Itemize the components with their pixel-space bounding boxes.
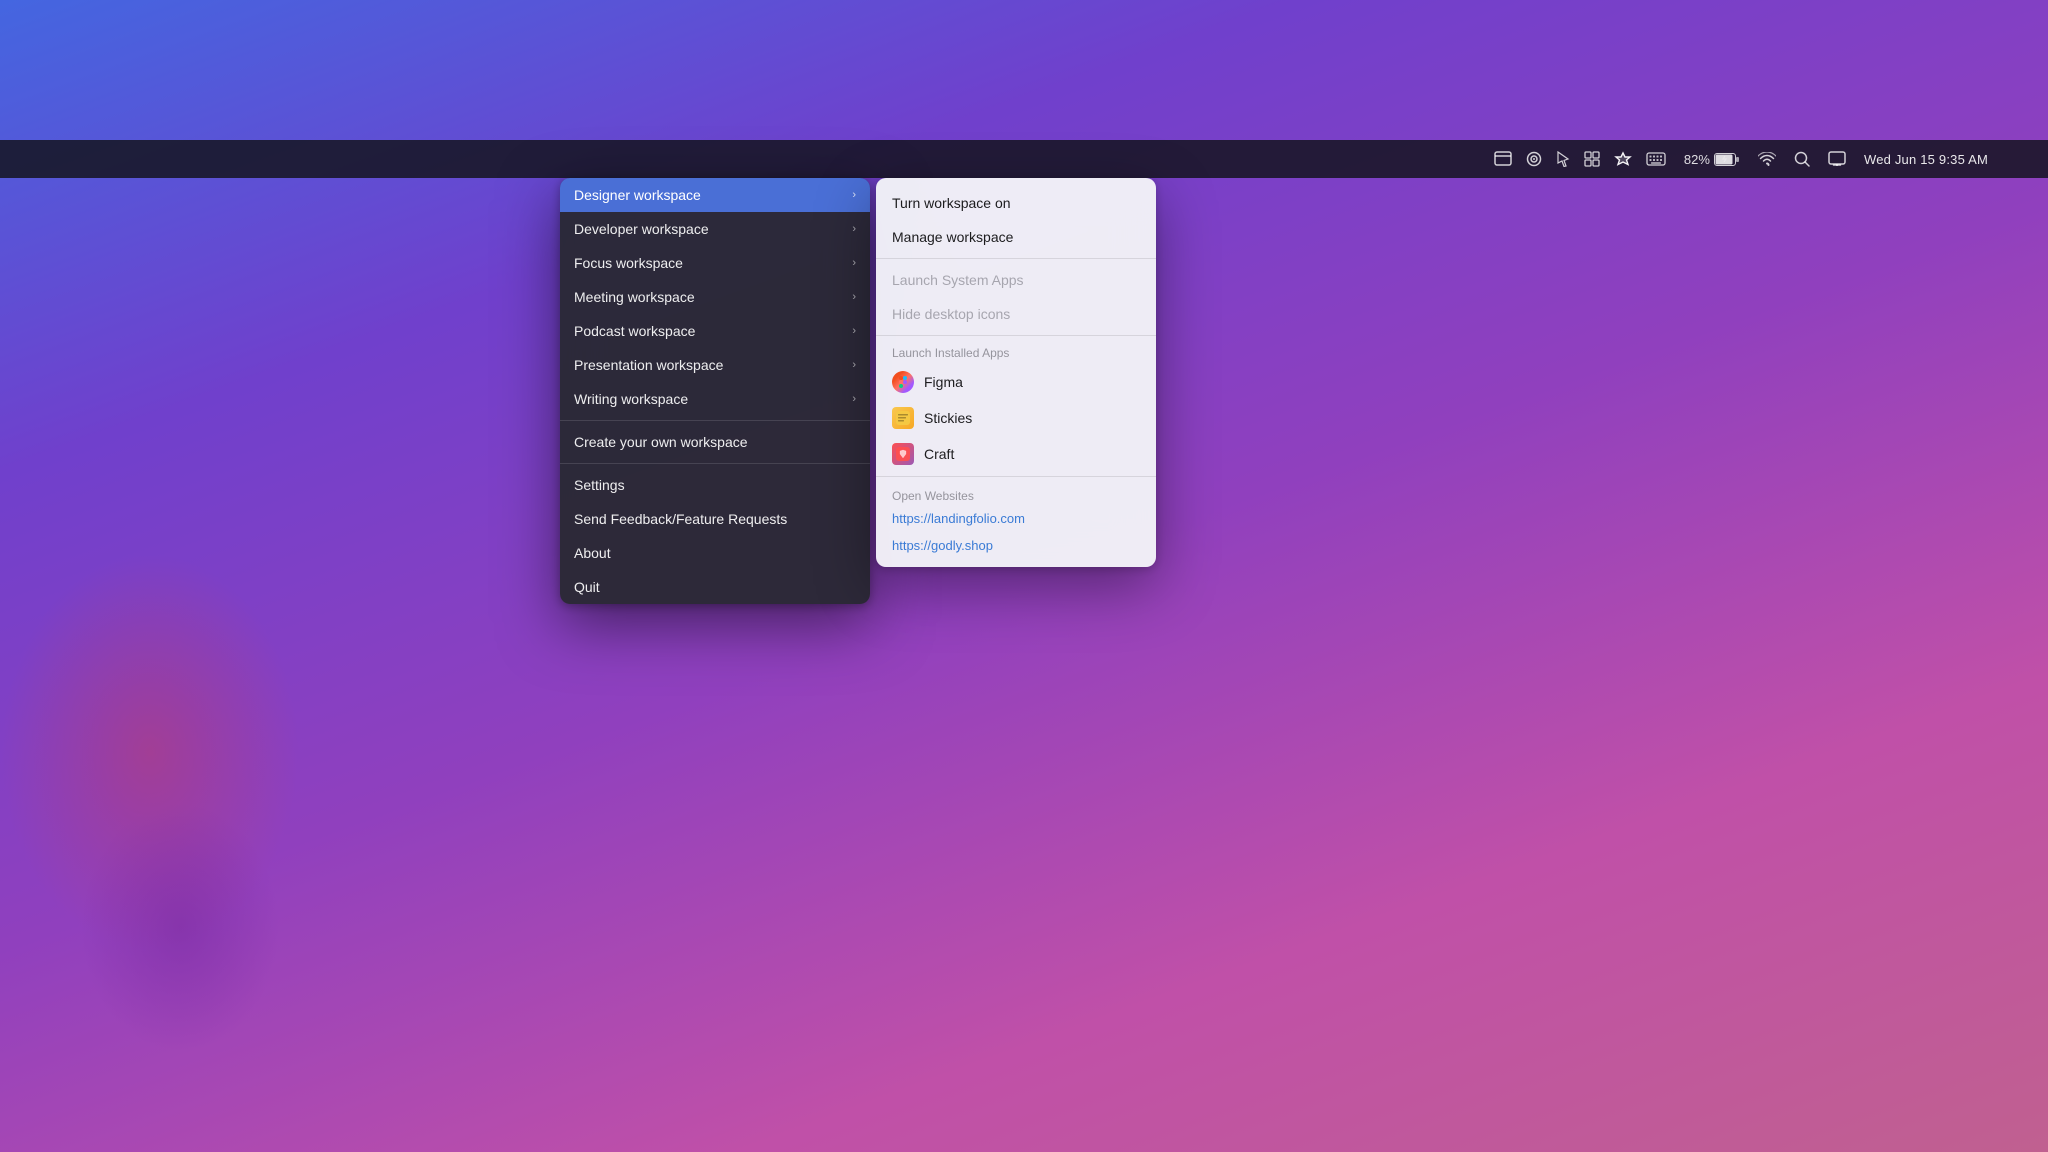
submenu-app-craft[interactable]: Craft bbox=[876, 436, 1156, 472]
menu-separator-1 bbox=[560, 420, 870, 421]
finder-icon[interactable] bbox=[1494, 151, 1512, 167]
create-workspace-label: Create your own workspace bbox=[574, 434, 748, 450]
craft-app-icon bbox=[892, 443, 914, 465]
feedback-label: Send Feedback/Feature Requests bbox=[574, 511, 787, 527]
menu-item-create-workspace[interactable]: Create your own workspace bbox=[560, 425, 870, 459]
about-label: About bbox=[574, 545, 611, 561]
menu-item-designer-workspace[interactable]: Designer workspace › bbox=[560, 178, 870, 212]
submenu-app-stickies[interactable]: Stickies bbox=[876, 400, 1156, 436]
desktop: 82% bbox=[0, 0, 2048, 1152]
writing-workspace-label: Writing workspace bbox=[574, 391, 688, 407]
dropdown-container: Designer workspace › Developer workspace… bbox=[560, 178, 1156, 604]
submenu-app-figma[interactable]: Figma bbox=[876, 364, 1156, 400]
stickies-app-icon bbox=[892, 407, 914, 429]
menu-separator-2 bbox=[560, 463, 870, 464]
menu-item-about[interactable]: About bbox=[560, 536, 870, 570]
chevron-right-icon: › bbox=[852, 223, 856, 235]
menu-item-meeting-workspace[interactable]: Meeting workspace › bbox=[560, 280, 870, 314]
focus-workspace-label: Focus workspace bbox=[574, 255, 683, 271]
submenu-designer-workspace: Turn workspace on Manage workspace Launc… bbox=[876, 178, 1156, 567]
stickies-app-label: Stickies bbox=[924, 410, 972, 426]
launch-system-apps-label: Launch System Apps bbox=[892, 272, 1024, 288]
submenu-launch-system-apps[interactable]: Launch System Apps bbox=[876, 263, 1156, 297]
submenu-separator-2 bbox=[876, 335, 1156, 336]
designer-workspace-label: Designer workspace bbox=[574, 187, 701, 203]
menu-item-presentation-workspace[interactable]: Presentation workspace › bbox=[560, 348, 870, 382]
wifi-icon[interactable] bbox=[1758, 152, 1776, 166]
submenu-website-1[interactable]: https://landingfolio.com bbox=[876, 505, 1156, 532]
battery-indicator[interactable]: 82% bbox=[1684, 152, 1740, 167]
search-icon[interactable] bbox=[1794, 151, 1810, 167]
chevron-right-icon: › bbox=[852, 325, 856, 337]
quit-label: Quit bbox=[574, 579, 600, 595]
menubar: 82% bbox=[0, 140, 2048, 178]
battery-percent-label: 82% bbox=[1684, 152, 1710, 167]
target-icon[interactable] bbox=[1526, 151, 1542, 167]
turn-on-label: Turn workspace on bbox=[892, 195, 1011, 211]
chevron-right-icon: › bbox=[852, 359, 856, 371]
chevron-right-icon: › bbox=[852, 189, 856, 201]
craft-app-label: Craft bbox=[924, 446, 954, 462]
submenu-hide-desktop-icons[interactable]: Hide desktop icons bbox=[876, 297, 1156, 331]
hide-desktop-icons-label: Hide desktop icons bbox=[892, 306, 1010, 322]
submenu-website-2[interactable]: https://godly.shop bbox=[876, 532, 1156, 559]
decorative-blob-2 bbox=[80, 802, 280, 1052]
menubar-system-icons bbox=[1494, 151, 1666, 167]
open-websites-label: Open Websites bbox=[876, 481, 1156, 505]
battery-icon bbox=[1714, 153, 1740, 166]
submenu-manage-button[interactable]: Manage workspace bbox=[876, 220, 1156, 254]
primary-menu: Designer workspace › Developer workspace… bbox=[560, 178, 870, 604]
manage-label: Manage workspace bbox=[892, 229, 1013, 245]
figma-app-icon bbox=[892, 371, 914, 393]
menu-item-quit[interactable]: Quit bbox=[560, 570, 870, 604]
cursor-icon[interactable] bbox=[1556, 151, 1570, 167]
menubar-datetime[interactable]: Wed Jun 15 9:35 AM bbox=[1864, 152, 1988, 167]
keyboard-icon[interactable] bbox=[1646, 152, 1666, 166]
podcast-workspace-label: Podcast workspace bbox=[574, 323, 695, 339]
meeting-workspace-label: Meeting workspace bbox=[574, 289, 695, 305]
submenu-turn-on-button[interactable]: Turn workspace on bbox=[876, 186, 1156, 220]
menu-item-writing-workspace[interactable]: Writing workspace › bbox=[560, 382, 870, 416]
menu-item-focus-workspace[interactable]: Focus workspace › bbox=[560, 246, 870, 280]
menu-item-settings[interactable]: Settings bbox=[560, 468, 870, 502]
grid-icon[interactable] bbox=[1584, 151, 1600, 167]
control-center-icon[interactable] bbox=[1828, 151, 1846, 167]
chevron-right-icon: › bbox=[852, 291, 856, 303]
submenu-separator-3 bbox=[876, 476, 1156, 477]
developer-workspace-label: Developer workspace bbox=[574, 221, 709, 237]
installed-apps-section-label: Launch Installed Apps bbox=[876, 340, 1156, 364]
presentation-workspace-label: Presentation workspace bbox=[574, 357, 723, 373]
menu-item-feedback[interactable]: Send Feedback/Feature Requests bbox=[560, 502, 870, 536]
settings-label: Settings bbox=[574, 477, 625, 493]
chevron-right-icon: › bbox=[852, 257, 856, 269]
chevron-right-icon: › bbox=[852, 393, 856, 405]
workspace-menu-icon[interactable] bbox=[1614, 151, 1632, 167]
menu-item-podcast-workspace[interactable]: Podcast workspace › bbox=[560, 314, 870, 348]
menu-item-developer-workspace[interactable]: Developer workspace › bbox=[560, 212, 870, 246]
submenu-separator-1 bbox=[876, 258, 1156, 259]
figma-app-label: Figma bbox=[924, 374, 963, 390]
